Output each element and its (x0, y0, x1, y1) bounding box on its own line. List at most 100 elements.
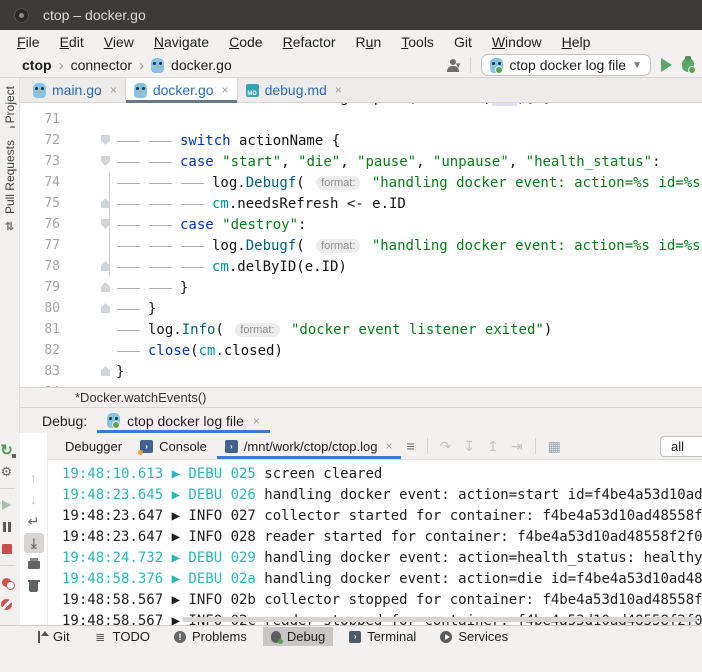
view-breakpoints-icon[interactable] (0, 572, 17, 592)
code-token: } (148, 301, 156, 317)
close-icon[interactable]: × (222, 83, 229, 97)
debug-panel-title: Debug: (42, 413, 87, 429)
code-line[interactable]: 78cm.delByID(e.ID) (20, 256, 702, 277)
log-console[interactable]: 19:48:10.613 ▶ DEBU 025 screen cleared19… (48, 460, 702, 625)
close-icon[interactable]: × (335, 83, 342, 97)
menu-item-edit[interactable]: Edit (51, 32, 93, 52)
code-line[interactable]: 80} (20, 298, 702, 319)
code-line[interactable]: 77log.Debugf( format: "handling docker e… (20, 235, 702, 256)
breadcrumb-item-connector[interactable]: connector (71, 57, 132, 73)
code-line[interactable]: 71 (20, 109, 702, 130)
up-stack-icon[interactable]: ↑ (24, 467, 44, 487)
code-line[interactable]: 83} (20, 361, 702, 382)
code-line[interactable]: 73case "start", "die", "pause", "unpause… (20, 151, 702, 172)
code-line[interactable]: 75cm.needsRefresh <- e.ID (20, 193, 702, 214)
editor-tab-debug.md[interactable]: MDdebug.md× (238, 78, 350, 102)
code-line[interactable]: 82close(cm.closed) (20, 340, 702, 361)
line-number: 75 (20, 196, 60, 211)
tab-whitespace (148, 239, 180, 253)
code-text: cm.delByID(e.ID) (116, 259, 702, 275)
evaluate-expression-icon[interactable]: ▦ (548, 438, 561, 455)
print-icon[interactable] (24, 555, 44, 575)
settings-wrench-icon[interactable]: ⚙ (0, 462, 17, 482)
code-line[interactable]: 72switch actionName { (20, 130, 702, 151)
tool-window-button-pull-requests[interactable]: Pull Requests (3, 140, 17, 214)
breadcrumb-item-ctop[interactable]: ctop (22, 57, 52, 73)
close-icon[interactable]: × (253, 414, 260, 428)
code-line: actionName := strings.Split(e.Action, ":… (116, 103, 702, 106)
log-level-filter-select[interactable]: all (660, 436, 702, 457)
run-to-cursor-icon[interactable]: ⇥ (511, 438, 523, 455)
rerun-icon[interactable]: ↻ (0, 440, 17, 460)
run-config-select[interactable]: ctop docker log file ▼ (481, 54, 651, 76)
debug-button[interactable] (682, 58, 694, 72)
menu-item-view[interactable]: View (95, 32, 143, 52)
step-out-icon[interactable]: ↥ (487, 438, 499, 455)
fold-marker-icon[interactable] (101, 135, 110, 145)
fold-marker-icon[interactable] (101, 303, 110, 313)
log-line: 19:48:23.647 ▶ INFO 027 collector starte… (62, 505, 702, 526)
scroll-to-end-icon[interactable]: ⇥ (24, 533, 44, 553)
debug-tab-debugger[interactable]: Debugger (63, 433, 124, 459)
code-token: format: (316, 239, 360, 253)
pause-icon[interactable] (0, 517, 17, 537)
code-token: ":" (492, 103, 517, 106)
statusbar-item-problems[interactable]: !Problems (166, 627, 255, 646)
fold-marker-icon[interactable] (101, 282, 110, 292)
clear-all-icon[interactable] (24, 577, 44, 597)
breadcrumb-item-docker.go[interactable]: docker.go (171, 57, 232, 73)
close-icon[interactable]: × (110, 83, 117, 97)
mute-breakpoints-icon[interactable] (0, 594, 17, 614)
editor-tab-main.go[interactable]: main.go× (25, 78, 125, 102)
line-number: 71 (20, 112, 60, 127)
down-stack-icon[interactable]: ↓ (24, 489, 44, 509)
log-message: handling docker event: action=start id=f… (264, 487, 702, 503)
log-line: 19:48:58.567 ▶ INFO 02b collector stoppe… (62, 589, 702, 610)
statusbar-item-debug[interactable]: Debug (263, 627, 333, 646)
terminal-icon: › (349, 631, 361, 643)
resume-icon[interactable] (0, 495, 17, 515)
statusbar-item-git[interactable]: Git (30, 627, 78, 646)
code-line[interactable]: 84 (20, 382, 702, 387)
user-menu[interactable]: ▾ (447, 59, 461, 72)
code-editor[interactable]: actionName := strings.Split(e.Action, ":… (20, 103, 702, 387)
step-over-icon[interactable]: ↷ (440, 438, 452, 455)
menu-item-tools[interactable]: Tools (392, 32, 443, 52)
window-control-button[interactable] (14, 8, 29, 23)
menu-item-window[interactable]: Window (483, 32, 551, 52)
code-line[interactable]: 76case "destroy": (20, 214, 702, 235)
debug-tab--mnt-work-ctop-ctop-log[interactable]: ›/mnt/work/ctop/ctop.log× (223, 433, 395, 459)
step-into-icon[interactable]: ↧ (463, 438, 475, 455)
tab-whitespace (180, 197, 212, 211)
statusbar-item-todo[interactable]: ≣TODO (86, 627, 158, 646)
menu-item-code[interactable]: Code (220, 32, 271, 52)
fold-marker-icon[interactable] (101, 366, 110, 376)
debug-tab-label: Console (159, 439, 207, 454)
context-method-label: *Docker.watchEvents() (75, 390, 207, 405)
menu-item-file[interactable]: File (8, 32, 49, 52)
close-icon[interactable]: × (385, 439, 392, 453)
editor-tab-docker.go[interactable]: docker.go× (125, 78, 238, 102)
line-number: 83 (20, 364, 60, 379)
run-button[interactable] (661, 58, 672, 72)
menu-item-refactor[interactable]: Refactor (274, 32, 345, 52)
soft-wrap-icon[interactable]: ↵ (24, 511, 44, 531)
code-line[interactable]: 79} (20, 277, 702, 298)
code-line[interactable]: 81log.Info( format: "docker event listen… (20, 319, 702, 340)
code-token: cm (212, 259, 229, 275)
debug-tab-console[interactable]: ›Console (138, 433, 209, 459)
horizontal-scrollbar[interactable] (182, 617, 697, 622)
layout-menu-icon[interactable]: ≡ (407, 438, 415, 454)
stop-icon[interactable] (0, 539, 17, 559)
code-line[interactable]: 74log.Debugf( format: "handling docker e… (20, 172, 702, 193)
statusbar-item-services[interactable]: Services (432, 627, 516, 646)
tool-window-button-project[interactable]: Project (3, 86, 17, 123)
debug-session-tab[interactable]: ctop docker log file × (97, 408, 270, 433)
fold-marker-icon[interactable] (101, 156, 110, 166)
menu-item-run[interactable]: Run (347, 32, 391, 52)
statusbar-item-terminal[interactable]: ›Terminal (341, 627, 424, 646)
menu-item-help[interactable]: Help (553, 32, 600, 52)
menu-item-git[interactable]: Git (445, 32, 481, 52)
menu-item-navigate[interactable]: Navigate (145, 32, 218, 52)
code-token: "health_status" (526, 154, 652, 170)
